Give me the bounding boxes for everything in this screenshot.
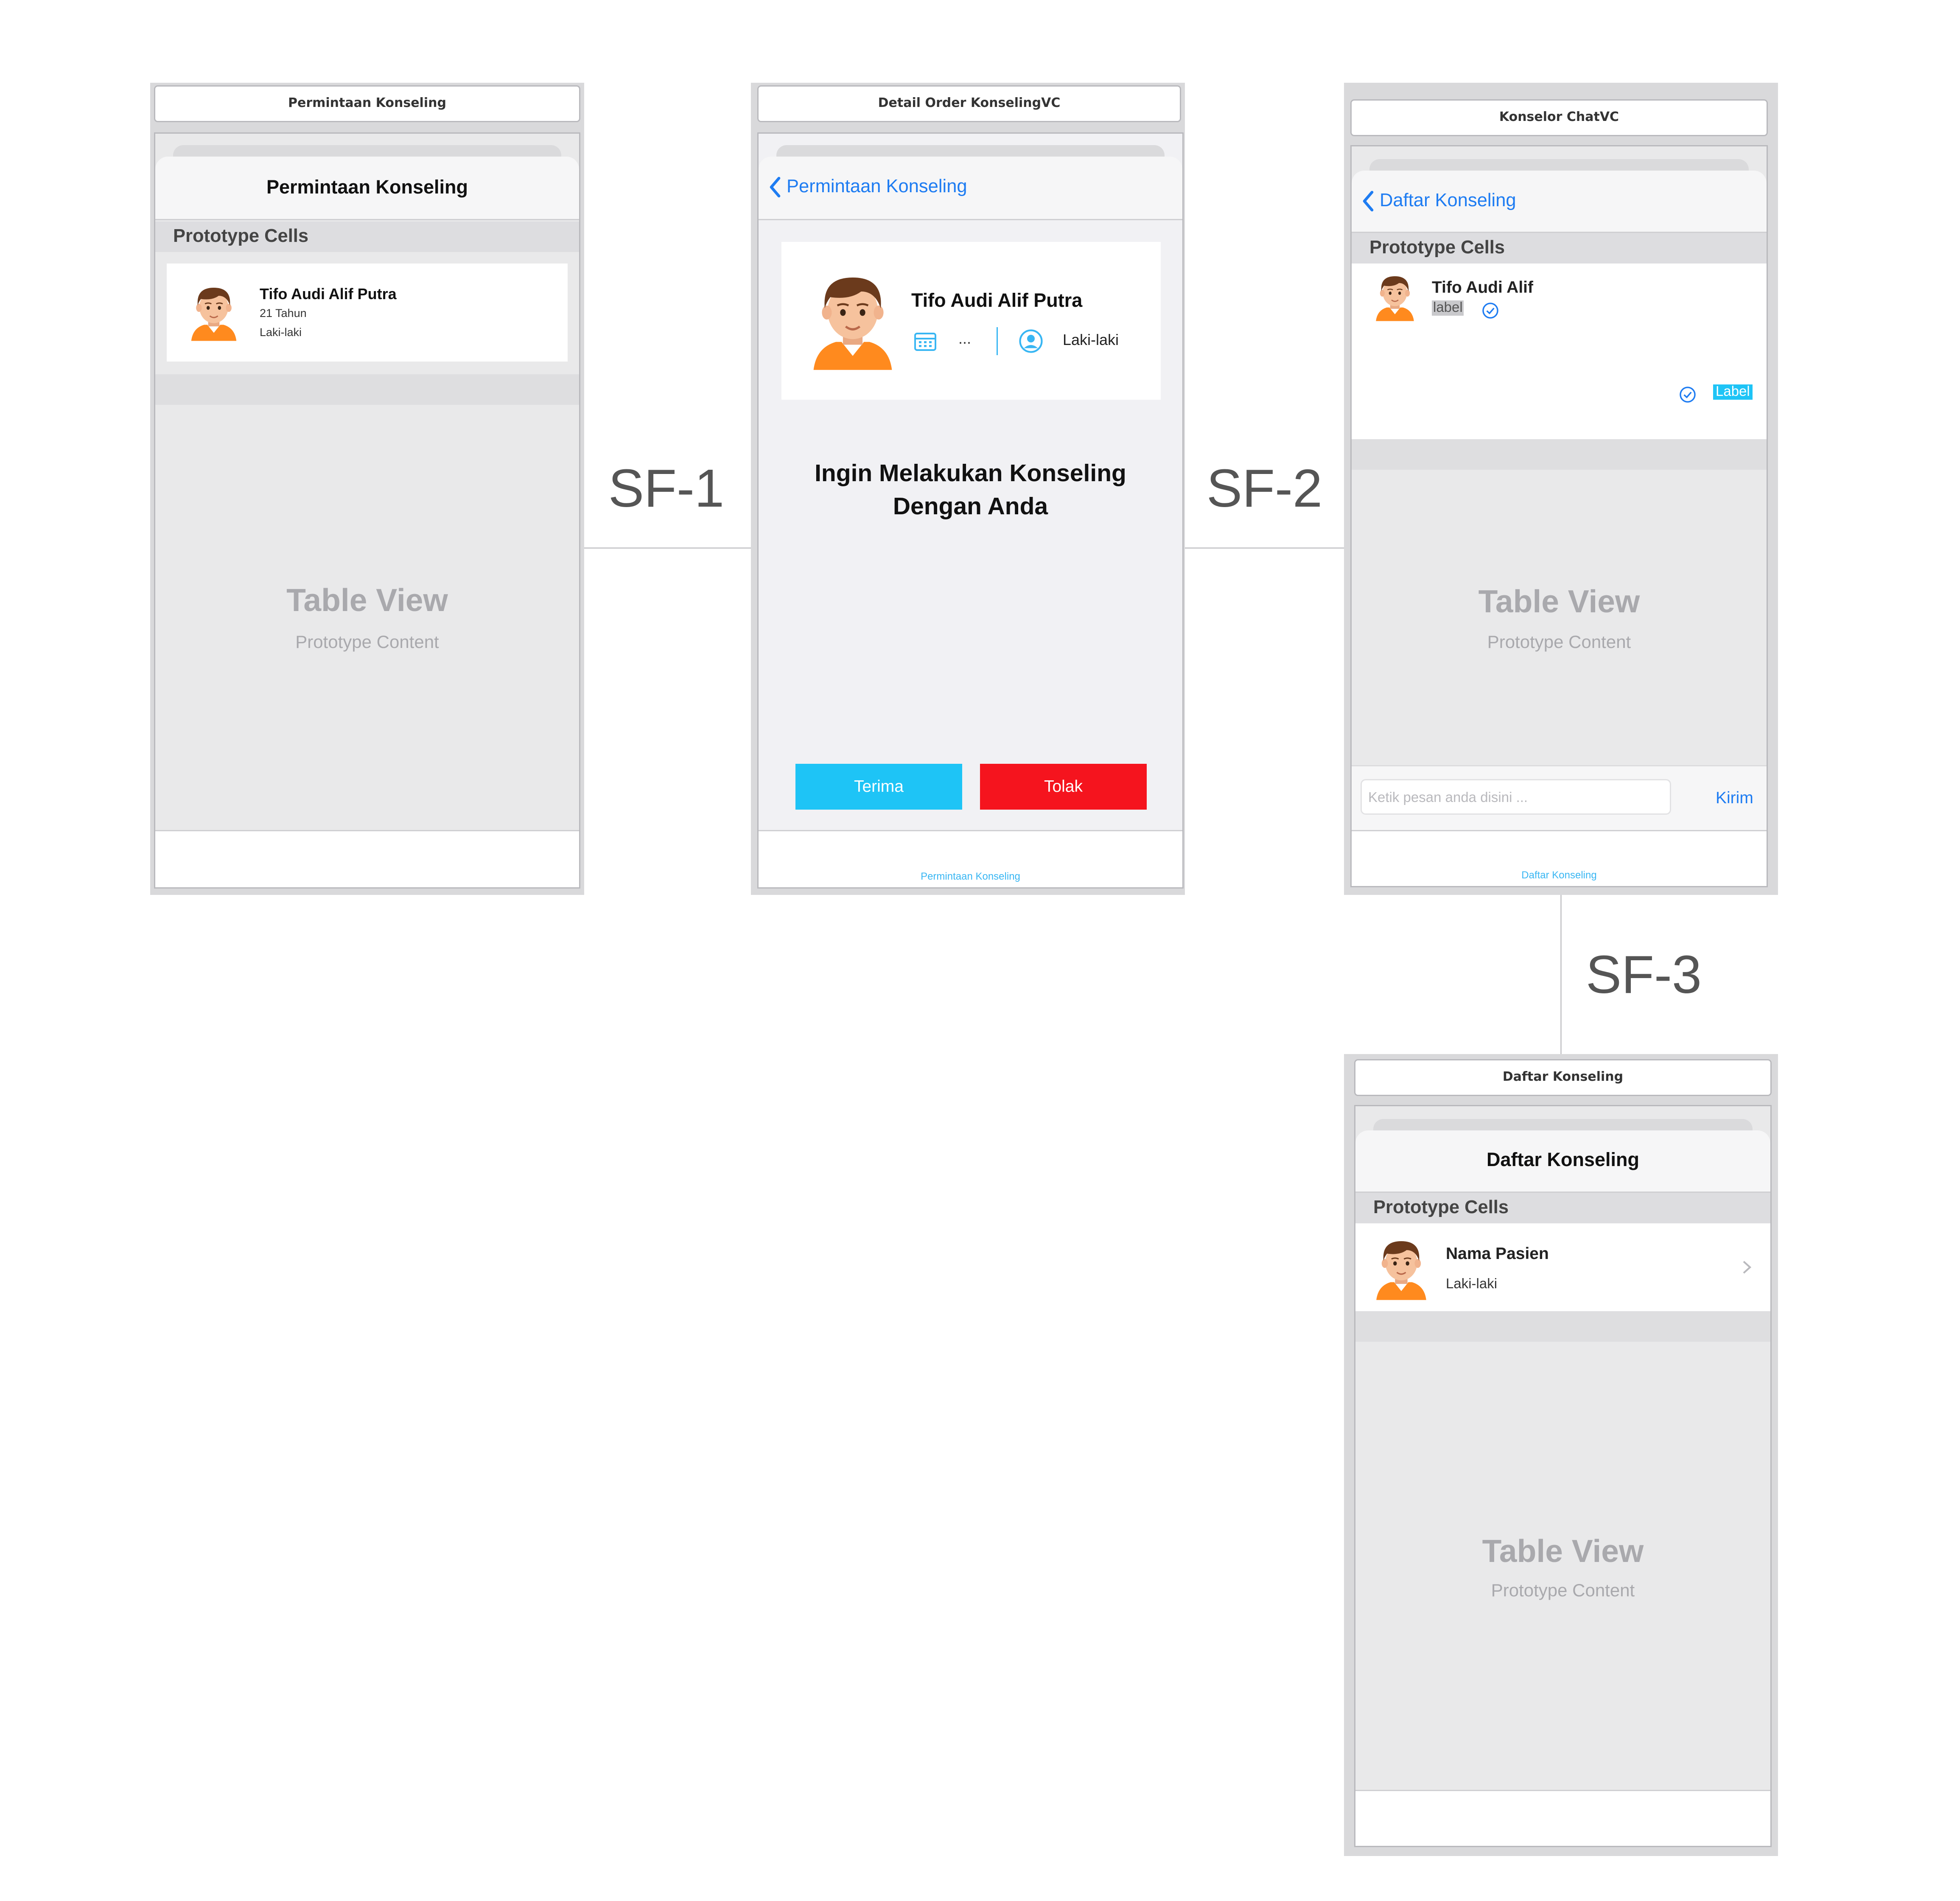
- patient-gender: Laki-laki: [1063, 331, 1119, 349]
- device-frame: Daftar Konseling Prototype Cells Nama Pa…: [1354, 1105, 1772, 1847]
- patient-name: Tifo Audi Alif Putra: [260, 285, 397, 303]
- request-message-line1: Ingin Melakukan Konseling: [815, 461, 1126, 488]
- table-view-placeholder: Table View: [1478, 584, 1640, 620]
- back-label: Permintaan Konseling: [787, 177, 967, 197]
- accept-button[interactable]: Terima: [795, 764, 962, 810]
- segue-line-sf2: [1184, 547, 1344, 549]
- scene-title: Permintaan Konseling: [154, 85, 580, 122]
- table-footer-strip: [155, 374, 579, 405]
- send-button[interactable]: Kirim: [1716, 788, 1753, 807]
- segue-label-sf1: SF-1: [608, 458, 725, 518]
- scene-konselor-chat: Konselor ChatVC Daftar Konseling Prototy…: [1344, 83, 1778, 895]
- device-frame: Permintaan Konseling Tifo Audi Alif Putr…: [757, 132, 1184, 889]
- segue-line-sf3: [1560, 894, 1562, 1054]
- scene-detail-order: Detail Order KonselingVC Permintaan Kons…: [751, 83, 1185, 895]
- table-footer-strip: [1352, 439, 1767, 470]
- chevron-left-icon: [769, 176, 781, 199]
- back-button[interactable]: Permintaan Konseling: [769, 176, 967, 199]
- patient-list-cell[interactable]: Nama Pasien Laki-laki: [1355, 1223, 1770, 1311]
- back-button[interactable]: Daftar Konseling: [1362, 190, 1516, 213]
- avatar-boy-icon: [190, 281, 238, 342]
- table-footer-strip: [1355, 1311, 1770, 1342]
- patient-gender: Laki-laki: [1446, 1277, 1498, 1292]
- patient-name: Tifo Audi Alif Putra: [911, 290, 1083, 312]
- message-composer: Ketik pesan anda disini ... Kirim: [1352, 765, 1767, 831]
- calendar-icon: [914, 333, 936, 351]
- info-divider: [997, 327, 998, 355]
- incoming-message-label: label: [1432, 300, 1464, 316]
- scene-title: Daftar Konseling: [1354, 1059, 1772, 1096]
- outgoing-message-label: Label: [1713, 384, 1753, 400]
- segue-label-sf2: SF-2: [1207, 458, 1323, 518]
- request-message-line2: Dengan Anda: [893, 494, 1048, 521]
- section-header: Prototype Cells: [1355, 1193, 1770, 1223]
- section-header: Prototype Cells: [155, 222, 579, 252]
- chevron-left-icon: [1362, 190, 1375, 213]
- scene-title: Konselor ChatVC: [1350, 99, 1768, 136]
- section-header: Prototype Cells: [1352, 233, 1767, 264]
- table-view-subtitle: Prototype Content: [1487, 631, 1631, 652]
- segue-label-sf3: SF-3: [1586, 945, 1702, 1004]
- scene-title: Detail Order KonselingVC: [757, 85, 1181, 122]
- patient-gender: Laki-laki: [260, 326, 302, 339]
- chat-cell: Tifo Audi Alif label Label: [1352, 264, 1767, 439]
- table-view-subtitle: Prototype Content: [295, 631, 439, 652]
- reject-button[interactable]: Tolak: [980, 764, 1147, 810]
- table-view-placeholder: Table View: [286, 583, 448, 619]
- sender-name: Tifo Audi Alif: [1432, 278, 1534, 297]
- navigation-bar: Daftar Konseling: [1355, 1130, 1770, 1193]
- avatar-boy-icon: [1375, 271, 1415, 322]
- checkmark-circle-icon: [1679, 386, 1697, 404]
- birth-date-value: ...: [958, 330, 972, 348]
- user-circle-icon: [1019, 329, 1043, 353]
- table-view-subtitle: Prototype Content: [1491, 1580, 1635, 1600]
- bottom-bar: [1355, 1790, 1770, 1846]
- avatar-boy-icon: [1375, 1235, 1428, 1301]
- bottom-bar-label: Permintaan Konseling: [921, 871, 1020, 882]
- nav-title: Daftar Konseling: [1486, 1150, 1639, 1171]
- patient-cell[interactable]: Tifo Audi Alif Putra 21 Tahun Laki-laki: [167, 264, 568, 362]
- avatar-boy-icon: [811, 267, 895, 372]
- patient-card: Tifo Audi Alif Putra ... Laki-laki: [781, 242, 1161, 400]
- patient-name: Nama Pasien: [1446, 1244, 1549, 1263]
- bottom-bar: Permintaan Konseling: [759, 830, 1182, 887]
- checkmark-circle-icon: [1481, 302, 1499, 320]
- bottom-bar: Daftar Konseling: [1352, 830, 1767, 886]
- patient-age: 21 Tahun: [260, 307, 307, 320]
- chevron-right-icon: [1743, 1261, 1751, 1274]
- scene-daftar-konseling: Daftar Konseling Daftar Konseling Protot…: [1344, 1054, 1778, 1856]
- message-input[interactable]: Ketik pesan anda disini ...: [1361, 779, 1671, 815]
- bottom-bar-label: Daftar Konseling: [1521, 869, 1597, 881]
- table-view-placeholder: Table View: [1482, 1534, 1644, 1570]
- navigation-bar: Permintaan Konseling: [759, 157, 1182, 220]
- device-frame: Permintaan Konseling Prototype Cells Tif…: [154, 132, 580, 889]
- back-label: Daftar Konseling: [1380, 191, 1516, 211]
- scene-permintaan-konseling: Permintaan Konseling Permintaan Konselin…: [150, 83, 584, 895]
- navigation-bar: Permintaan Konseling: [155, 157, 579, 220]
- segue-line-sf1: [583, 547, 751, 549]
- navigation-bar: Daftar Konseling: [1352, 171, 1767, 233]
- device-frame: Daftar Konseling Prototype Cells Tifo Au…: [1350, 145, 1768, 887]
- nav-title: Permintaan Konseling: [266, 177, 468, 199]
- bottom-bar: [155, 830, 579, 887]
